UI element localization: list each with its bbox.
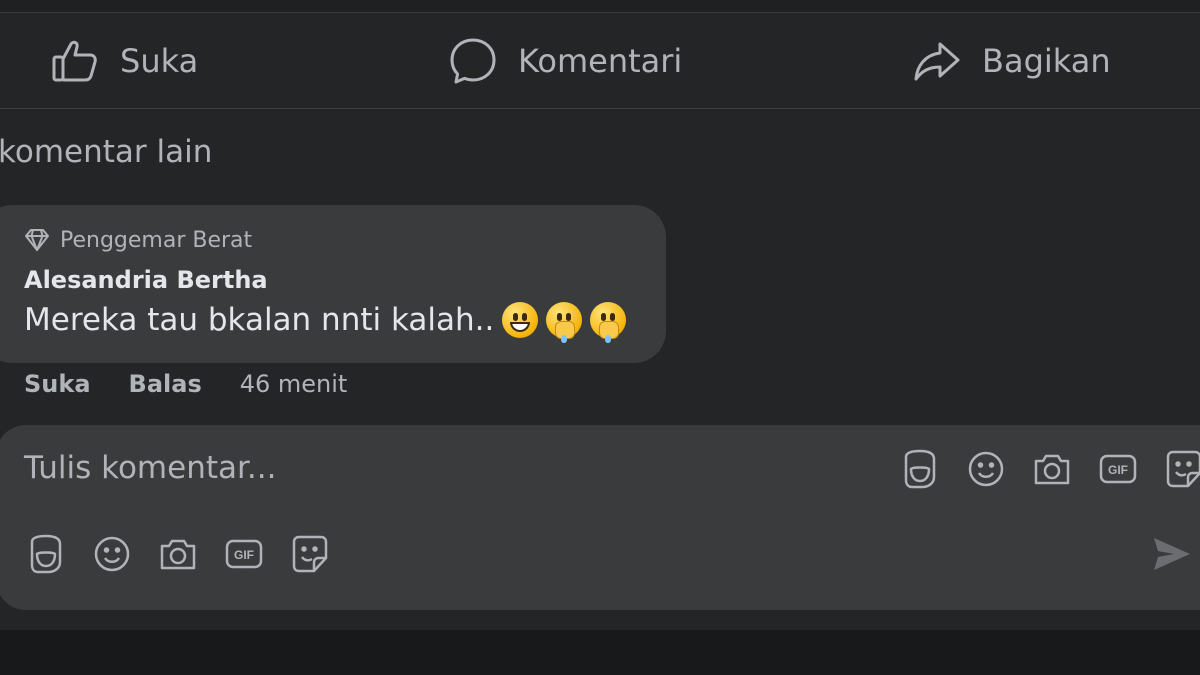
sticker-icon[interactable] — [288, 532, 332, 576]
thumbs-up-icon — [52, 40, 97, 81]
post-top-edge — [0, 0, 1200, 13]
comment-reply-link[interactable]: Balas — [129, 370, 202, 398]
comment-like-link[interactable]: Suka — [24, 370, 91, 398]
composer-icons-top: GIF — [898, 447, 1200, 491]
sticker-icon[interactable] — [1162, 447, 1200, 491]
like-label: Suka — [120, 41, 199, 80]
speech-bubble-icon — [450, 38, 496, 83]
comment-button[interactable]: Komentari — [448, 13, 682, 108]
share-label: Bagikan — [982, 41, 1111, 80]
svg-text:GIF: GIF — [234, 548, 254, 562]
comment-label: Komentari — [518, 41, 683, 80]
hand-over-mouth-emoji — [546, 302, 583, 343]
comment-text-line: Mereka tau bkalan nnti kalah.. — [24, 302, 627, 343]
comment-author[interactable]: Alesandria Bertha — [24, 266, 268, 294]
emoji-icon[interactable] — [90, 532, 134, 576]
gif-icon[interactable]: GIF — [222, 532, 266, 576]
comment-timestamp[interactable]: 46 menit — [240, 370, 348, 398]
emoji-icon[interactable] — [964, 447, 1008, 491]
comment-input[interactable]: Tulis komentar... — [24, 450, 276, 486]
camera-icon[interactable] — [156, 532, 200, 576]
send-icon[interactable] — [1148, 530, 1196, 578]
share-arrow-icon — [914, 42, 960, 80]
avatar-sticker-icon[interactable] — [898, 447, 942, 491]
grinning-face-emoji — [502, 302, 539, 338]
comment-meta: Suka Balas 46 menit — [24, 370, 347, 398]
post-action-bar: Suka Komentari Bagikan — [0, 13, 1200, 109]
svg-text:GIF: GIF — [1108, 463, 1128, 477]
post-card: Suka Komentari Bagikan komentar lain Pen… — [0, 0, 1200, 630]
share-button[interactable]: Bagikan — [912, 13, 1111, 108]
view-more-comments-link[interactable]: komentar lain — [0, 134, 212, 170]
camera-icon[interactable] — [1030, 447, 1074, 491]
gif-icon[interactable]: GIF — [1096, 447, 1140, 491]
fan-badge[interactable]: Penggemar Berat — [22, 225, 252, 255]
badge-label: Penggemar Berat — [60, 227, 253, 253]
avatar-sticker-icon[interactable] — [24, 532, 68, 576]
composer-icons-bottom: GIF — [24, 532, 332, 576]
comment-text: Mereka tau bkalan nnti kalah.. — [24, 302, 495, 338]
like-button[interactable]: Suka — [50, 13, 198, 108]
hand-over-mouth-emoji — [590, 302, 627, 343]
diamond-icon — [25, 229, 49, 251]
